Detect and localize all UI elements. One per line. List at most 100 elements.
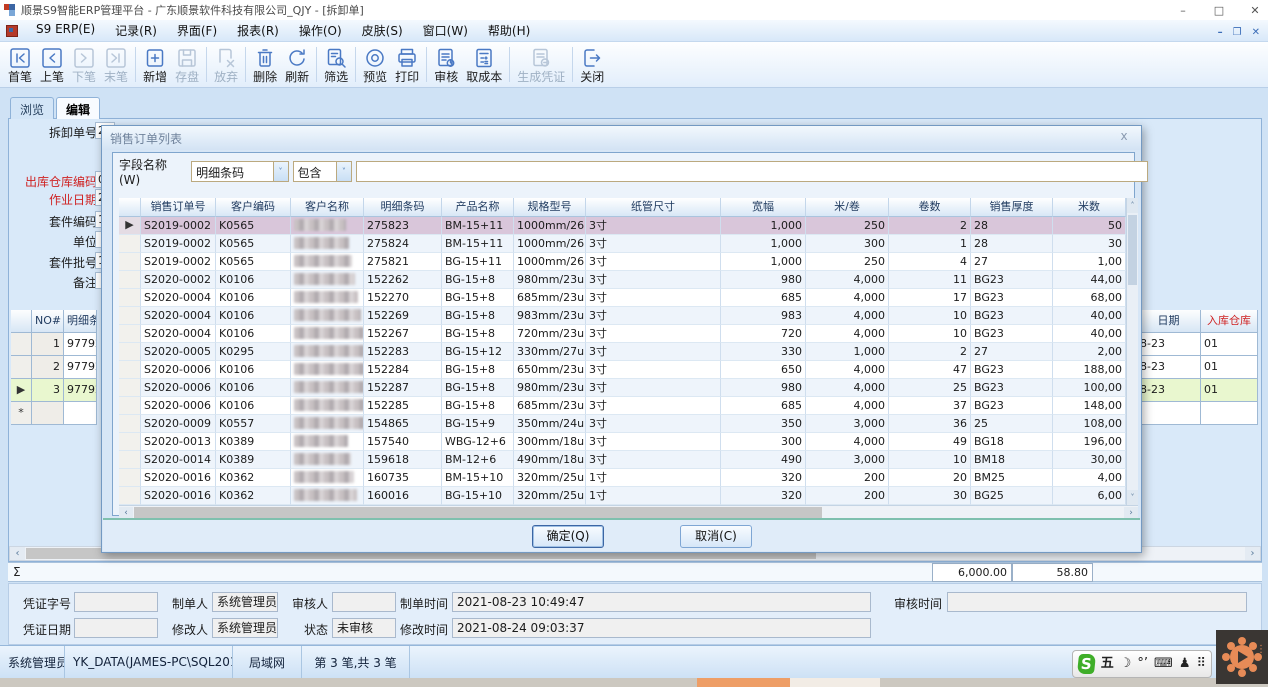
toolbar-button-filter-search[interactable]: 筛选 [320, 44, 352, 85]
tab-0[interactable]: 浏览 [10, 97, 54, 119]
mdi-minimize-icon[interactable]: – [1218, 27, 1223, 38]
field-name-select[interactable]: 明细条码 ˅ [191, 161, 288, 182]
moon-icon[interactable]: ☽ [1120, 654, 1132, 674]
row-selector[interactable] [119, 379, 141, 397]
voucher-field-0-4[interactable] [947, 592, 1247, 612]
row-selector[interactable] [119, 307, 141, 325]
order-row[interactable]: S2020-0013K0389157540WBG-12+6300mm/18um.… [119, 433, 1126, 451]
ime-toolbar[interactable]: S 五 ☽°’⌨♟⠿ [1072, 650, 1212, 678]
mdi-close-icon[interactable]: ✕ [1252, 27, 1260, 38]
taskbar-orange-item[interactable] [697, 678, 790, 687]
order-row[interactable]: S2020-0014K0389159618BM-12+6490mm/18um..… [119, 451, 1126, 469]
menu-item-2[interactable]: 界面(F) [167, 19, 227, 42]
column-header-0[interactable]: 销售订单号 [141, 198, 216, 217]
row-selector[interactable] [119, 469, 141, 487]
row-selector[interactable] [119, 433, 141, 451]
column-header-7[interactable]: 宽幅 [721, 198, 806, 217]
order-row[interactable]: S2020-0005K0295152283BG-15+12330mm/27um.… [119, 343, 1126, 361]
menu-item-6[interactable]: 窗口(W) [413, 19, 478, 42]
row-selector[interactable] [119, 397, 141, 415]
toolbar-button-printer[interactable]: 打印 [391, 44, 423, 85]
filter-value-input[interactable] [356, 161, 1148, 182]
order-row[interactable]: S2020-0006K0106152285BG-15+8685mm/23um..… [119, 397, 1126, 415]
toolbar-button-calculator[interactable]: 取成本 [462, 44, 506, 85]
row-selector[interactable] [119, 289, 141, 307]
row-selector[interactable] [11, 356, 32, 379]
row-selector[interactable] [119, 415, 141, 433]
row-selector[interactable] [119, 361, 141, 379]
row-selector[interactable]: * [11, 402, 32, 425]
grid-vertical-scrollbar[interactable]: ˄ ˅ [1126, 198, 1138, 505]
order-row[interactable]: S2019-0002K0565275824BM-15+111000mm/26u.… [119, 235, 1126, 253]
cancel-button[interactable]: 取消(C) [680, 525, 752, 548]
chevron-down-icon[interactable]: ˅ [273, 162, 288, 181]
order-row[interactable]: S2020-0004K0106152269BG-15+8983mm/23um..… [119, 307, 1126, 325]
row-selector[interactable]: ▶ [119, 217, 141, 235]
order-row[interactable]: S2020-0009K0557154865BG-15+9350mm/24um..… [119, 415, 1126, 433]
column-header-6[interactable]: 纸管尺寸 [586, 198, 721, 217]
order-row[interactable]: ▶S2019-0002K0565275823BM-15+111000mm/26u… [119, 217, 1126, 235]
toolbar-button-close-door[interactable]: 关闭 [576, 44, 608, 85]
menu-item-4[interactable]: 操作(O) [289, 19, 352, 42]
table-row[interactable]: 8-2301 [1137, 379, 1258, 402]
menu-item-1[interactable]: 记录(R) [105, 19, 167, 42]
column-header-4[interactable]: 产品名称 [442, 198, 514, 217]
sales-order-grid[interactable]: 销售订单号客户编码客户名称明细条码产品名称规格型号纸管尺寸宽幅米/卷卷数销售厚度… [119, 198, 1126, 505]
grid-horizontal-scrollbar[interactable]: ‹ › [119, 505, 1138, 519]
menu-item-3[interactable]: 报表(R) [227, 19, 289, 42]
dialog-close-icon[interactable]: x [1117, 129, 1131, 143]
row-selector[interactable] [119, 271, 141, 289]
column-header-3[interactable]: 明细条码 [364, 198, 442, 217]
column-header-8[interactable]: 米/卷 [806, 198, 889, 217]
minimize-icon[interactable]: – [1176, 4, 1190, 17]
order-row[interactable]: S2020-0004K0106152270BG-15+8685mm/23um..… [119, 289, 1126, 307]
row-selector[interactable] [119, 253, 141, 271]
chevron-down-icon[interactable]: ˅ [336, 162, 351, 181]
wubi-mode-icon[interactable]: 五 [1101, 654, 1114, 674]
toolbar-button-add-doc[interactable]: 新增 [139, 44, 171, 85]
row-selector[interactable] [119, 451, 141, 469]
toolbar-button-refresh[interactable]: 刷新 [281, 44, 313, 85]
close-icon[interactable]: ✕ [1248, 4, 1262, 17]
maximize-icon[interactable]: □ [1212, 4, 1226, 17]
order-row[interactable]: S2019-0002K0565275821BG-15+111000mm/26u.… [119, 253, 1126, 271]
table-row[interactable]: 197792 [11, 333, 97, 356]
order-row[interactable]: S2020-0016K0362160735BM-15+10320mm/25um.… [119, 469, 1126, 487]
column-header-9[interactable]: 卷数 [889, 198, 971, 217]
sogou-logo-icon[interactable]: S [1077, 654, 1096, 674]
menu-item-7[interactable]: 帮助(H) [478, 19, 540, 42]
row-selector[interactable] [119, 487, 141, 505]
table-row[interactable]: * [11, 402, 97, 425]
menu-item-0[interactable]: S9 ERP(E) [26, 19, 105, 42]
order-row[interactable]: S2020-0006K0106152284BG-15+8650mm/23um..… [119, 361, 1126, 379]
toolbar-button-audit-doc[interactable]: 审核 [430, 44, 462, 85]
column-header-10[interactable]: 销售厚度 [971, 198, 1053, 217]
voucher-field-1-3[interactable]: 2021-08-24 09:03:37 [452, 618, 871, 638]
operator-select[interactable]: 包含 ˅ [293, 161, 352, 182]
tab-1[interactable]: 编辑 [56, 97, 100, 119]
toolbar-button-nav-first[interactable]: 首笔 [4, 44, 36, 85]
table-row[interactable] [1137, 402, 1258, 425]
keyboard-icon[interactable]: ⌨ [1154, 654, 1173, 674]
toolbar-button-trash[interactable]: 删除 [249, 44, 281, 85]
order-row[interactable]: S2020-0004K0106152267BG-15+8720mm/23um..… [119, 325, 1126, 343]
user-icon[interactable]: ♟ [1179, 654, 1191, 674]
menu-grid-icon[interactable]: ⠿ [1196, 654, 1206, 674]
toolbar-button-nav-prev[interactable]: 上笔 [36, 44, 68, 85]
row-selector[interactable] [119, 343, 141, 361]
scrollbar-thumb[interactable] [134, 507, 822, 518]
ok-button[interactable]: 确定(Q) [532, 525, 604, 548]
row-selector[interactable] [119, 325, 141, 343]
table-row[interactable]: 8-2301 [1137, 333, 1258, 356]
scroll-down-icon[interactable]: ˅ [1127, 490, 1138, 505]
dialog-title-bar[interactable]: 销售订单列表 x [102, 126, 1141, 150]
voucher-field-0-3[interactable]: 2021-08-23 10:49:47 [452, 592, 871, 612]
table-row[interactable]: 8-2301 [1137, 356, 1258, 379]
table-row[interactable]: 297792 [11, 356, 97, 379]
row-selector[interactable]: ▶ [11, 379, 32, 402]
row-selector[interactable] [11, 333, 32, 356]
order-row[interactable]: S2020-0006K0106152287BG-15+8980mm/23um..… [119, 379, 1126, 397]
column-header-1[interactable]: 客户编码 [216, 198, 291, 217]
scroll-left-icon[interactable]: ‹ [10, 547, 25, 560]
corner-app-logo[interactable]: ⋮ [1216, 630, 1268, 684]
